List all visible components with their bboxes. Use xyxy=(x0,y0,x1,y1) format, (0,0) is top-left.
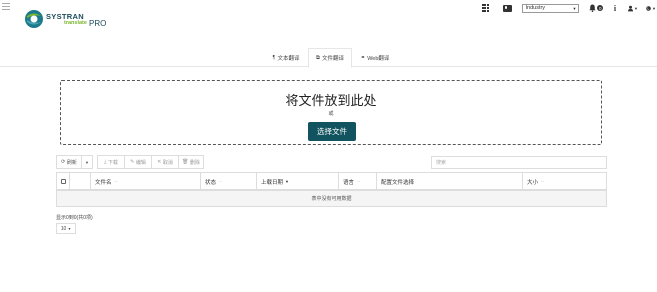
chevron-down-icon: ▼ xyxy=(85,159,89,165)
dropzone-title: 将文件放到此处 xyxy=(285,93,377,108)
user-menu-icon[interactable]: ▼ xyxy=(628,3,638,13)
tab-file-translation[interactable]: ⧉ 文件翻译 xyxy=(308,48,352,68)
edit-button[interactable]: ✎ 编辑 xyxy=(124,155,152,169)
sort-indicator: -- xyxy=(219,179,223,184)
sort-indicator: -- xyxy=(541,179,545,184)
language-globe-icon[interactable]: ▼ xyxy=(646,3,656,13)
column-label: 配置文件选择 xyxy=(381,179,415,186)
systran-logo: SYSTRAN translate PRO xyxy=(24,9,114,31)
pagination-info: 显示0到0(共0项) xyxy=(56,215,93,221)
industry-select-value: Industry xyxy=(525,5,546,11)
chevron-down-icon: ▼ xyxy=(572,5,577,11)
user-menu-chevron-icon: ▼ xyxy=(634,5,638,11)
tab-label: Web翻译 xyxy=(367,55,390,62)
dropzone-or: 或 xyxy=(328,111,334,117)
pencil-icon: ✎ xyxy=(130,159,135,165)
language-chevron-icon: ▼ xyxy=(652,5,656,11)
page-size-value: 10 xyxy=(60,225,67,232)
choose-file-button[interactable]: 选择文件 xyxy=(308,122,356,141)
column-label: 状态 xyxy=(205,179,217,186)
refresh-button[interactable]: ⟳ 刷新 xyxy=(56,155,82,169)
column-size[interactable]: 大小 -- xyxy=(523,173,606,190)
industry-select[interactable]: Industry ▼ xyxy=(522,3,580,13)
edit-label: 编辑 xyxy=(135,159,146,166)
sort-desc-icon: ▼ xyxy=(285,179,289,184)
cancel-label: 取消 xyxy=(162,159,173,166)
file-dropzone[interactable]: 将文件放到此处 或 选择文件 xyxy=(60,80,602,145)
download-button[interactable]: ⤓ 下载 xyxy=(97,155,125,169)
hamburger-menu-icon[interactable] xyxy=(2,3,10,11)
top-right-toolbar: Industry ▼ 0 i ▼ ▼ xyxy=(481,3,657,13)
column-filename[interactable]: 文件名 -- xyxy=(91,173,201,190)
column-label: 语言 xyxy=(343,179,355,186)
link-icon: ⚭ xyxy=(360,54,366,61)
logo-product-tier: PRO xyxy=(89,19,107,28)
logo-product-sub: translate xyxy=(64,20,87,26)
refresh-options-button[interactable]: ▼ xyxy=(81,155,93,169)
tab-label: 文件翻译 xyxy=(321,56,344,62)
notification-count-badge: 0 xyxy=(597,5,603,11)
info-icon[interactable]: i xyxy=(612,3,618,13)
tab-web-translation[interactable]: ⚭ Web翻译 xyxy=(352,48,398,67)
column-upload-date[interactable]: 上载日期 ▼ xyxy=(257,173,339,190)
download-icon: ⤓ xyxy=(104,159,107,165)
files-icon: ⧉ xyxy=(316,54,320,61)
column-profile[interactable]: 配置文件选择 xyxy=(377,173,523,190)
delete-button[interactable]: 🗑 删除 xyxy=(178,155,204,169)
file-table-toolbar: ⟳ 刷新 ▼ ⤓ 下载 ✎ 编辑 ✕ 取消 🗑 删除 xyxy=(56,155,204,169)
refresh-label: 刷新 xyxy=(66,159,77,166)
column-status[interactable]: 状态 -- xyxy=(201,173,257,190)
tab-label: 文本翻译 xyxy=(277,55,300,62)
select-all-checkbox[interactable] xyxy=(60,179,66,184)
cancel-button[interactable]: ✕ 取消 xyxy=(151,155,179,169)
search-input[interactable]: 搜索 xyxy=(431,156,607,169)
column-language[interactable]: 语言 -- xyxy=(339,173,377,190)
trash-icon: 🗑 xyxy=(182,159,189,165)
download-label: 下载 xyxy=(107,159,118,166)
tab-text-translation[interactable]: ¶ 文本翻译 xyxy=(264,48,308,67)
bell-icon[interactable] xyxy=(588,3,596,13)
chevron-down-icon: ▼ xyxy=(67,226,72,231)
systran-logo-mark xyxy=(25,10,43,28)
page-size-select[interactable]: 10 ▼ xyxy=(56,223,76,234)
close-icon: ✕ xyxy=(157,159,162,165)
files-table: 文件名 -- 状态 -- 上载日期 ▼ 语言 -- 配置文件选择 大小 -- 表中没有可用… xyxy=(56,172,607,207)
table-empty-row: 表中没有可用数据 xyxy=(56,191,607,207)
sort-indicator: -- xyxy=(357,179,361,184)
contact-card-icon[interactable] xyxy=(503,4,513,12)
select-all-cell xyxy=(57,173,70,190)
column-label: 大小 xyxy=(527,179,539,186)
table-header: 文件名 -- 状态 -- 上载日期 ▼ 语言 -- 配置文件选择 大小 -- xyxy=(56,172,607,191)
paragraph-icon: ¶ xyxy=(272,54,276,61)
apps-grid-icon[interactable] xyxy=(481,4,490,12)
sort-indicator: -- xyxy=(114,179,118,184)
header-spacer xyxy=(70,173,91,190)
column-label: 文件名 xyxy=(95,179,112,186)
delete-label: 删除 xyxy=(189,159,200,166)
refresh-icon: ⟳ xyxy=(61,159,66,165)
column-label: 上载日期 xyxy=(261,179,284,186)
translation-tabs: ¶ 文本翻译 ⧉ 文件翻译 ⚭ Web翻译 xyxy=(0,48,657,68)
